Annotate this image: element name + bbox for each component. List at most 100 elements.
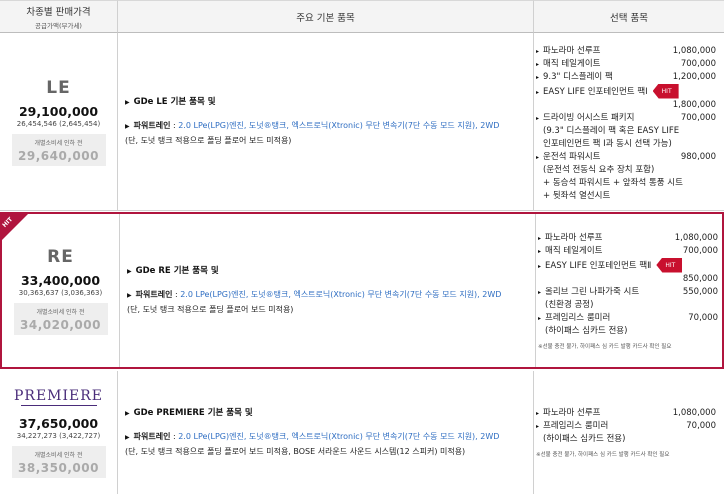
triangle-bullet-icon: ▸ — [538, 288, 542, 296]
package-title: ▶ GDe LE 기본 품목 및 — [125, 95, 533, 107]
option-price: 700,000 — [680, 112, 716, 123]
pre-tax-label: 개별소비세 인하 전 — [34, 451, 83, 459]
option-footnote: ※선불 충전 불가, 하이패스 심 카드 발행 카드사 확인 필요 — [538, 343, 672, 350]
option-detail: + 뒷좌석 열선시트 — [543, 190, 611, 201]
triangle-bullet-icon: ▸ — [536, 410, 540, 417]
trim-row-premiere: PREMIERE 37,650,000 34,227,273 (3,422,72… — [0, 371, 724, 494]
header-basic-items-column: 주요 기본 품목 — [118, 0, 534, 33]
triangle-bullet-icon: ▶ — [125, 434, 130, 441]
option-detail: (운전석 전동식 요추 장치 포함) — [543, 164, 655, 175]
hit-badge: HIT — [652, 83, 679, 99]
hit-badge: HIT — [656, 257, 683, 273]
option-name: 파노라마 선루프 — [545, 232, 603, 243]
option-detail: (하이패스 심카드 전용) — [543, 434, 626, 444]
basic-items-cell: ▶ GDe PREMIERE 기본 품목 및 ▶ 파워트레인 : 2.0 LPe(L… — [117, 371, 534, 494]
trim-price-cell: LE 29,100,000 26,454,546 (2,645,454) 개별소… — [0, 33, 118, 210]
powertrain-value: 2.0 LPe(LPG)엔진, 도넛®탱크, 엑스트로닉(Xtronic) 무단… — [180, 290, 502, 299]
triangle-bullet-icon: ▸ — [536, 73, 540, 81]
triangle-bullet-icon: ▶ — [125, 99, 130, 106]
triangle-bullet-icon: ▸ — [538, 314, 542, 322]
powertrain-label: 파워트레인 — [133, 121, 171, 130]
option-footnote: ※선불 충전 불가, 하이패스 심 카드 발행 카드사 확인 필요 — [536, 452, 670, 458]
pre-tax-price-box: 개별소비세 인하 전 29,640,000 — [11, 133, 106, 166]
options-cell: ▸ 파노라마 선루프 1,080,000 ▸ 프레임리스 룸미러 70,000 (하이패… — [534, 371, 724, 494]
pre-tax-value: 34,020,000 — [20, 317, 101, 332]
options-cell: ▸ 파노라마 선루프 1,080,000 ▸ 매직 테일게이트 700,000 ▸ EAS… — [536, 214, 724, 367]
header-options-column: 선택 품목 — [534, 0, 724, 33]
trim-row-le: LE 29,100,000 26,454,546 (2,645,454) 개별소… — [0, 33, 724, 211]
pre-tax-value: 38,350,000 — [18, 460, 99, 475]
powertrain-label: 파워트레인 — [133, 432, 171, 441]
pre-tax-price-box: 개별소비세 인하 전 38,350,000 — [11, 445, 106, 478]
triangle-bullet-icon: ▶ — [127, 292, 132, 299]
option-detail: (친환경 공정) — [545, 299, 594, 310]
basic-items-cell: ▶ GDe LE 기본 품목 및 ▶ 파워트레인 : 2.0 LPe(LPG)엔진,… — [117, 33, 534, 210]
option-price: 1,080,000 — [672, 45, 716, 56]
option-name: EASY LIFE 인포테인먼트 팩Ⅰ — [543, 86, 648, 97]
option-price: 1,080,000 — [674, 232, 718, 243]
option-item: ▸ 9.3" 디스플레이 팩 1,200,000 — [536, 71, 716, 84]
option-item: ▸ 드라이빙 어시스트 패키지 700,000 — [536, 112, 716, 125]
basic-items-cell: ▶ GDe RE 기본 품목 및 ▶ 파워트레인 : 2.0 LPe(LPG)엔진,… — [119, 214, 536, 367]
triangle-bullet-icon: ▸ — [538, 262, 542, 270]
option-item: ▸ 프레임리스 룸미러 70,000 — [536, 420, 716, 433]
option-name: 프레임리스 룸미러 — [545, 312, 611, 323]
basic-items-note: (단, 도넛 탱크 적용으로 폴딩 플로어 보드 미적용, BOSE 서라운드 … — [125, 447, 466, 456]
option-name: 프레임리스 룸미러 — [543, 421, 609, 431]
trim-price-cell: PREMIERE 37,650,000 34,227,273 (3,422,72… — [0, 371, 118, 494]
powertrain-desc: ▶ 파워트레인 : 2.0 LPe(LPG)엔진, 도넛®탱크, 엑스트로닉(Xt… — [127, 288, 535, 303]
option-price: 70,000 — [688, 312, 718, 323]
option-name: 매직 테일게이트 — [543, 58, 601, 69]
option-price: 70,000 — [686, 421, 716, 431]
option-name: 매직 테일게이트 — [545, 245, 603, 256]
powertrain-value: 2.0 LPe(LPG)엔진, 도넛®탱크, 엑스트로닉(Xtronic) 무단… — [178, 432, 500, 441]
triangle-bullet-icon: ▸ — [536, 60, 540, 68]
option-name: EASY LIFE 인포테인먼트 팩Ⅱ — [545, 260, 652, 271]
header-price-sublabel: 공급가액(부가세) — [35, 21, 82, 30]
option-item: ▸ 운전석 파워시트 980,000 — [536, 151, 716, 164]
option-item: ▸ EASY LIFE 인포테인먼트 팩Ⅰ HIT — [536, 83, 716, 99]
option-name: 9.3" 디스플레이 팩 — [543, 71, 613, 82]
option-price: 1,200,000 — [672, 71, 716, 82]
trim-row-re: HIT RE 33,400,000 30,363,637 (3,036,363)… — [0, 212, 724, 369]
header-price-label: 차종별 판매가격 — [26, 6, 91, 18]
option-price: 980,000 — [680, 151, 716, 162]
pre-tax-value: 29,640,000 — [18, 148, 99, 163]
triangle-bullet-icon: ▸ — [536, 114, 540, 122]
option-price: 700,000 — [682, 245, 718, 256]
package-title-text: GDe LE 기본 품목 및 — [133, 97, 216, 107]
trim-price: 33,400,000 — [20, 272, 101, 288]
option-price: 850,000 — [682, 273, 718, 284]
triangle-bullet-icon: ▸ — [538, 247, 542, 255]
option-item: ▸ 매직 테일게이트 700,000 — [538, 245, 718, 258]
option-name: 드라이빙 어시스트 패키지 — [543, 112, 635, 123]
option-name: 파노라마 선루프 — [543, 408, 601, 418]
package-title: ▶ GDe RE 기본 품목 및 — [127, 264, 535, 276]
option-name: 운전석 파워시트 — [543, 151, 601, 162]
trim-price: 37,650,000 — [18, 415, 99, 431]
powertrain-label: 파워트레인 — [135, 290, 173, 299]
pre-tax-label: 개별소비세 인하 전 — [34, 139, 83, 147]
header-price-column: 차종별 판매가격 공급가액(부가세) — [0, 0, 118, 33]
pre-tax-label: 개별소비세 인하 전 — [36, 308, 85, 316]
powertrain-value: 2.0 LPe(LPG)엔진, 도넛®탱크, 엑스트로닉(Xtronic) 무단… — [178, 121, 500, 130]
option-price: 1,800,000 — [672, 99, 716, 110]
pre-tax-price-box: 개별소비세 인하 전 34,020,000 — [13, 302, 108, 335]
trim-price: 29,100,000 — [18, 103, 99, 119]
trim-price-sub: 30,363,637 (3,036,363) — [18, 288, 103, 297]
trim-name: RE — [47, 246, 74, 267]
options-cell: ▸ 파노라마 선루프 1,080,000 ▸ 매직 테일게이트 700,000 ▸ 9.3… — [534, 33, 724, 210]
trim-name: LE — [46, 77, 71, 98]
basic-items-note: (단, 도넛 탱크 적용으로 폴딩 플로어 보드 미적용) — [127, 305, 294, 314]
header-options-label: 선택 품목 — [610, 12, 648, 24]
option-name: 올리브 그린 나파가죽 시트 — [545, 286, 640, 297]
option-detail: (하이패스 심카드 전용) — [545, 325, 628, 336]
option-price: 1,080,000 — [672, 408, 716, 418]
option-detail: (9.3" 디스플레이 팩 혹은 EASY LIFE — [543, 125, 680, 136]
option-item: ▸ 파노라마 선루프 1,080,000 — [536, 407, 716, 420]
basic-items-note: (단, 도넛 탱크 적용으로 폴딩 플로어 보드 미적용) — [125, 136, 292, 145]
triangle-bullet-icon: ▸ — [536, 153, 540, 161]
option-item: ▸ 파노라마 선루프 1,080,000 — [538, 232, 718, 245]
triangle-bullet-icon: ▸ — [536, 423, 540, 430]
option-item: ▸ EASY LIFE 인포테인먼트 팩Ⅱ HIT — [538, 257, 718, 273]
